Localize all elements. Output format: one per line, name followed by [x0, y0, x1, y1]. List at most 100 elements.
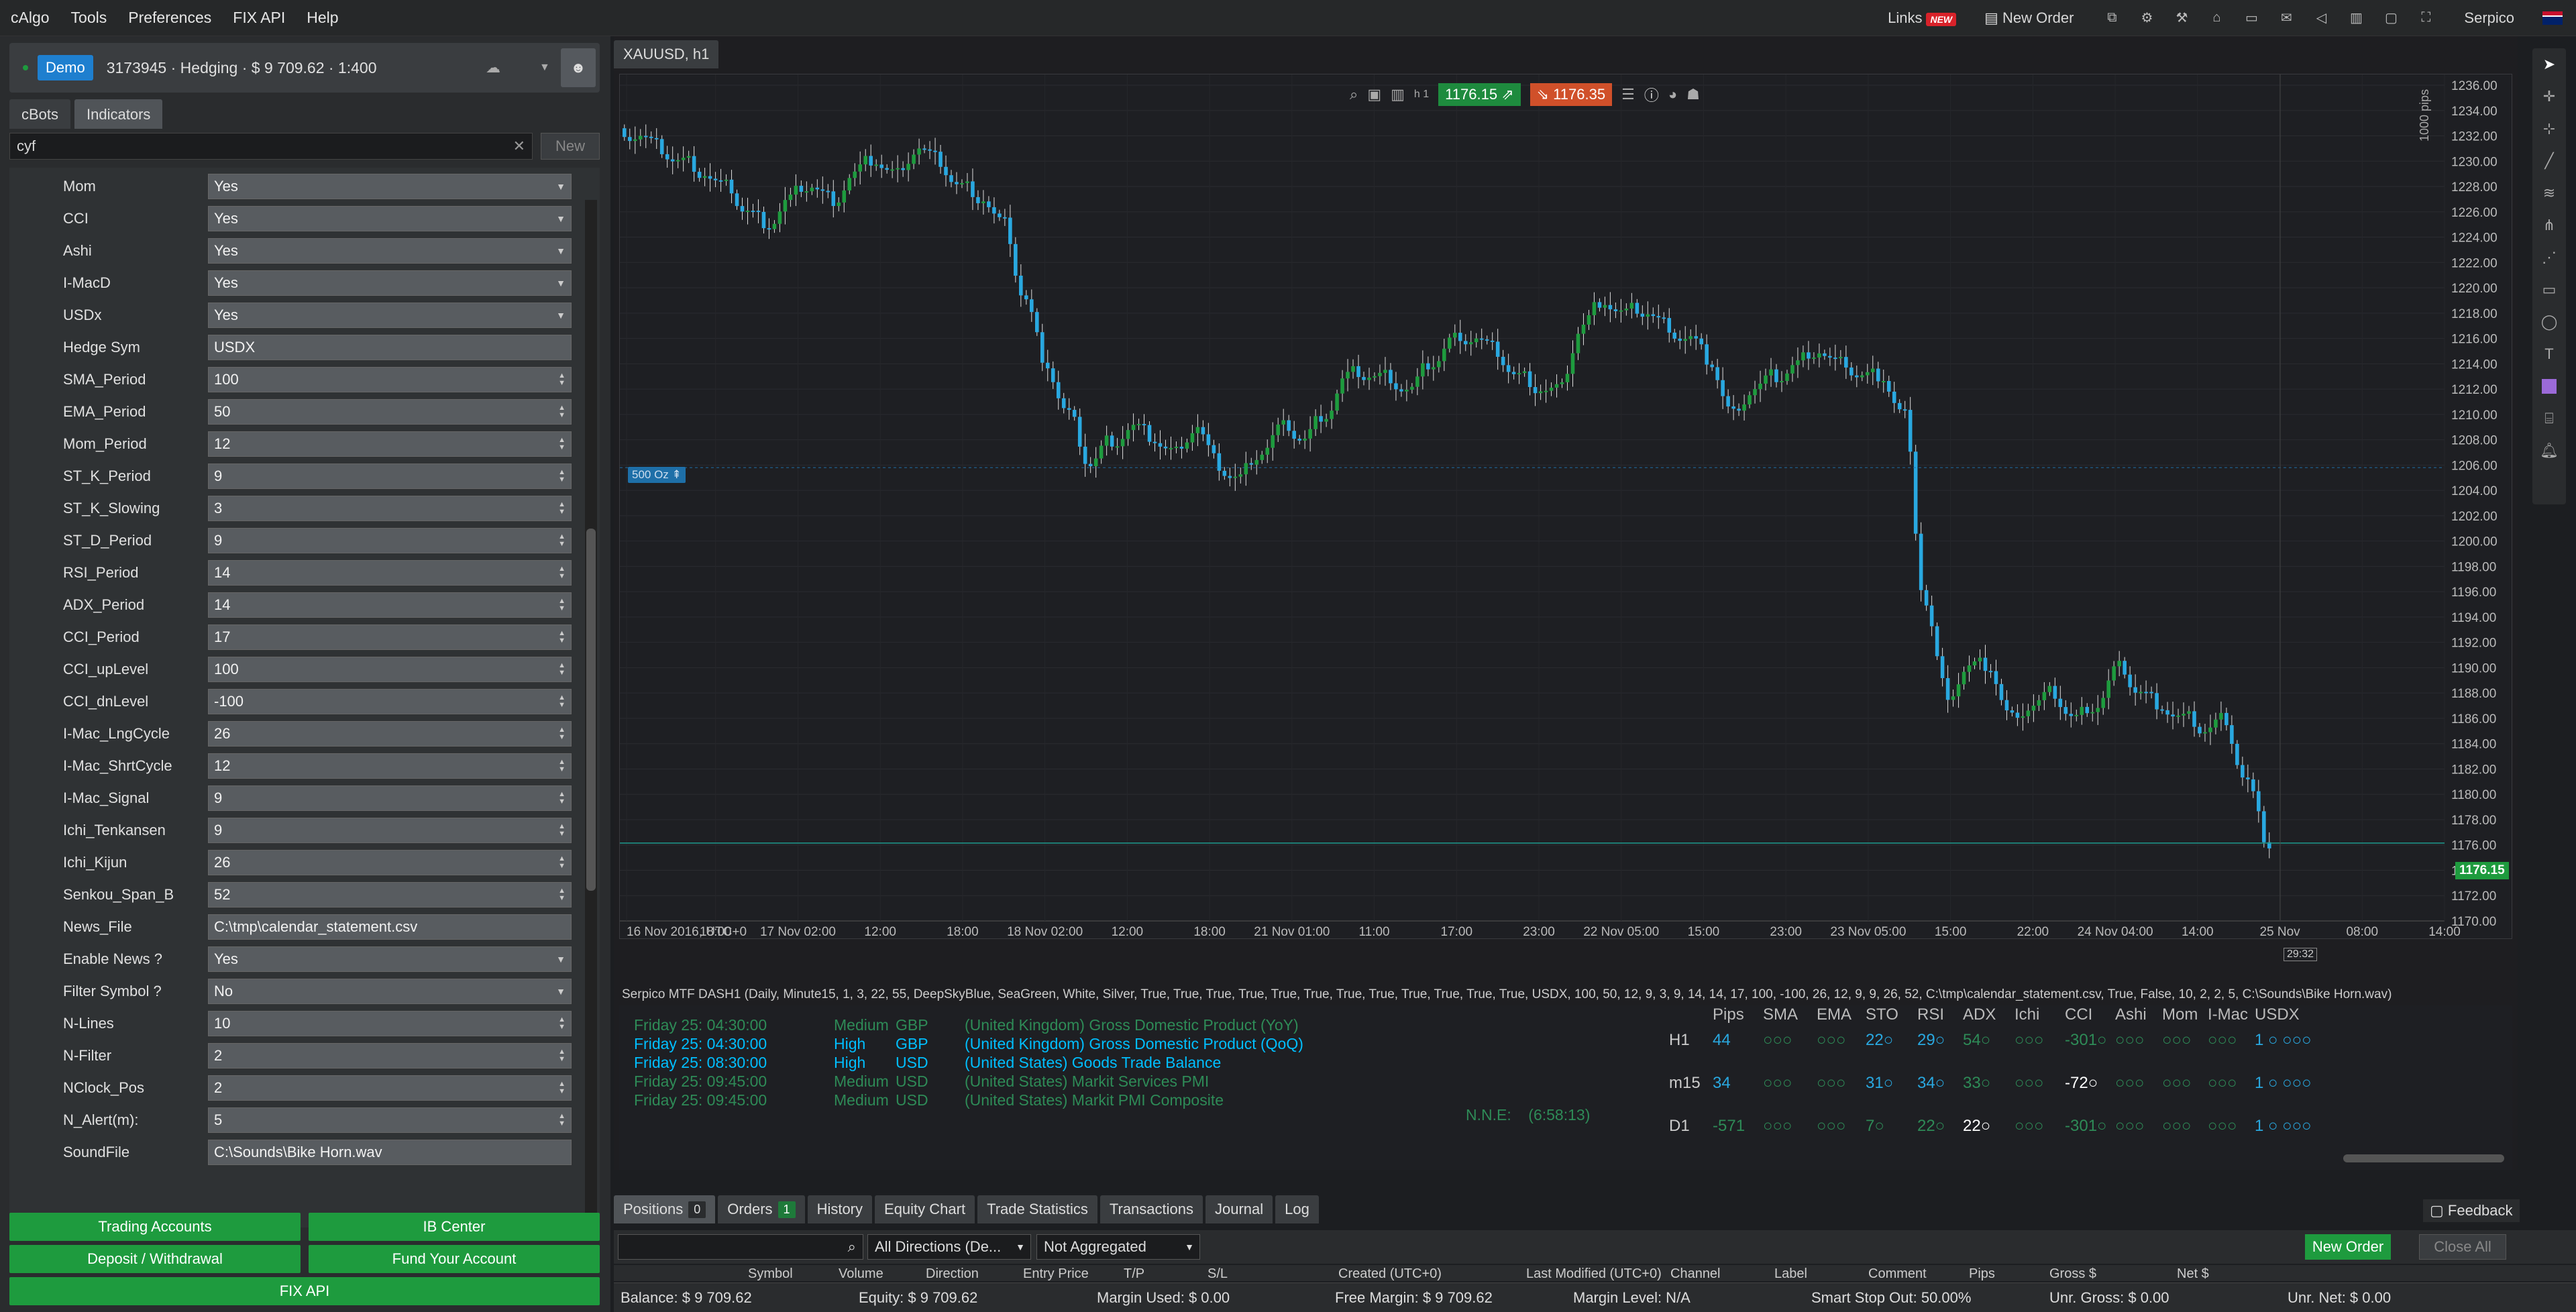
- param-value-input[interactable]: 9 ▲ ▼: [208, 818, 572, 843]
- zoom-icon[interactable]: ⌕: [1350, 86, 1358, 103]
- spinner-icon[interactable]: ▲ ▼: [558, 887, 566, 902]
- tab-journal[interactable]: Journal: [1205, 1195, 1273, 1223]
- spinner-icon[interactable]: ▲ ▼: [558, 404, 566, 419]
- param-value-input[interactable]: 14 ▲ ▼: [208, 592, 572, 618]
- column-header[interactable]: Entry Price: [1023, 1266, 1089, 1281]
- ib-center-button[interactable]: IB Center: [309, 1213, 600, 1241]
- param-value-input[interactable]: Yes ▼: [208, 946, 572, 972]
- fix-api-button[interactable]: FIX API: [9, 1277, 600, 1305]
- layout-icon[interactable]: ▥: [2346, 9, 2366, 27]
- new-order-green-button[interactable]: New Order: [2305, 1234, 2391, 1260]
- tab-trade-statistics[interactable]: Trade Statistics: [977, 1195, 1097, 1223]
- tab-cbots[interactable]: cBots: [9, 99, 71, 129]
- param-value-input[interactable]: Yes ▼: [208, 174, 572, 199]
- param-value-input[interactable]: No ▼: [208, 979, 572, 1004]
- spinner-icon[interactable]: ▲ ▼: [558, 855, 566, 870]
- price-chart[interactable]: 1236.00 1234.00 1232.00 1230.00 1228.00 1226.…: [620, 74, 2513, 940]
- menu-calgo[interactable]: cAlgo: [0, 9, 60, 27]
- crosshair-icon[interactable]: ✛: [2532, 80, 2566, 113]
- param-value-input[interactable]: 5 ▲ ▼: [208, 1107, 572, 1133]
- spinner-icon[interactable]: ▲ ▼: [558, 662, 566, 677]
- color-swatch-icon[interactable]: [2532, 370, 2566, 402]
- fund-account-button[interactable]: Fund Your Account: [309, 1245, 600, 1273]
- spinner-icon[interactable]: ▲ ▼: [558, 372, 566, 387]
- menu-preferences[interactable]: Preferences: [117, 9, 222, 27]
- param-value-input[interactable]: 2 ▲ ▼: [208, 1043, 572, 1069]
- template-icon[interactable]: ⌸: [2532, 402, 2566, 435]
- window-icon[interactable]: ▢: [2381, 9, 2401, 27]
- param-value-input[interactable]: Yes ▼: [208, 270, 572, 296]
- rectangle-icon[interactable]: ▭: [2532, 274, 2566, 306]
- menu-fix-api[interactable]: FIX API: [222, 9, 296, 27]
- param-value-input[interactable]: 100 ▲ ▼: [208, 657, 572, 682]
- avatar[interactable]: ☻: [561, 48, 596, 87]
- spinner-icon[interactable]: ▲ ▼: [558, 437, 566, 451]
- column-header[interactable]: Direction: [926, 1266, 979, 1281]
- column-header[interactable]: Created (UTC+0): [1338, 1266, 1442, 1281]
- param-value-input[interactable]: 100 ▲ ▼: [208, 367, 572, 392]
- pitchfork-icon[interactable]: ⋔: [2532, 209, 2566, 241]
- params-scrollbar[interactable]: [585, 200, 597, 1233]
- bank-icon[interactable]: ⌂: [2206, 9, 2226, 27]
- grid-icon[interactable]: ⋰: [2532, 241, 2566, 274]
- spinner-icon[interactable]: ▲ ▼: [558, 1113, 566, 1128]
- column-header[interactable]: Label: [1774, 1266, 1807, 1281]
- column-header[interactable]: Symbol: [748, 1266, 793, 1281]
- trading-accounts-button[interactable]: Trading Accounts: [9, 1213, 301, 1241]
- param-value-input[interactable]: Yes ▼: [208, 303, 572, 328]
- param-value-input[interactable]: 52 ▲ ▼: [208, 882, 572, 908]
- horizontal-scrollbar[interactable]: [2343, 1154, 2504, 1162]
- column-header[interactable]: S/L: [1208, 1266, 1228, 1281]
- spinner-icon[interactable]: ▲ ▼: [558, 533, 566, 548]
- param-value-input[interactable]: 26 ▲ ▼: [208, 721, 572, 747]
- menu-tools[interactable]: Tools: [60, 9, 118, 27]
- direction-select[interactable]: All Directions (De... ▼: [867, 1234, 1031, 1260]
- tab-positions[interactable]: Positions 0: [614, 1195, 716, 1223]
- param-value-input[interactable]: 3 ▲ ▼: [208, 496, 572, 521]
- screenshot-icon[interactable]: ▣: [1367, 86, 1381, 103]
- param-value-input[interactable]: 50 ▲ ▼: [208, 399, 572, 425]
- param-value-input[interactable]: 9 ▲ ▼: [208, 785, 572, 811]
- param-value-input[interactable]: 2 ▲ ▼: [208, 1075, 572, 1101]
- param-value-input[interactable]: Yes ▼: [208, 238, 572, 264]
- bid-button[interactable]: 1176.15 ⇗: [1438, 83, 1521, 106]
- aggregation-select[interactable]: Not Aggregated ▼: [1036, 1234, 1200, 1260]
- spinner-icon[interactable]: ▲ ▼: [558, 565, 566, 580]
- param-value-input[interactable]: 17 ▲ ▼: [208, 624, 572, 650]
- trendline-icon[interactable]: ╱: [2532, 145, 2566, 177]
- column-header[interactable]: Net $: [2177, 1266, 2209, 1281]
- new-order-button[interactable]: ▤ New Order: [1984, 9, 2074, 27]
- column-header[interactable]: Comment: [1868, 1266, 1927, 1281]
- search-input[interactable]: cyf ✕: [9, 133, 533, 160]
- text-icon[interactable]: T: [2532, 338, 2566, 370]
- param-value-input[interactable]: C:\tmp\calendar_statement.csv: [208, 914, 572, 940]
- param-value-input[interactable]: 10 ▲ ▼: [208, 1011, 572, 1036]
- info-icon[interactable]: ⓘ: [1644, 84, 1659, 105]
- robot-icon[interactable]: ☗: [1686, 86, 1700, 103]
- links-menu[interactable]: Links NEW: [1888, 9, 1957, 27]
- mail-icon[interactable]: ✉: [2276, 9, 2296, 27]
- column-header[interactable]: Volume: [839, 1266, 883, 1281]
- close-all-button[interactable]: Close All: [2419, 1234, 2506, 1260]
- chart-tab[interactable]: XAUUSD, h1: [614, 40, 719, 68]
- horizontal-line-icon[interactable]: ⊹: [2532, 113, 2566, 145]
- bot-icon[interactable]: ⚙: [2137, 9, 2157, 27]
- printer-icon[interactable]: ▭: [2241, 9, 2261, 27]
- timeframe-icon[interactable]: h 1: [1414, 89, 1429, 101]
- spinner-icon[interactable]: ▲ ▼: [558, 598, 566, 612]
- feedback-button[interactable]: ▢ Feedback: [2423, 1199, 2520, 1222]
- cursor-icon[interactable]: ➤: [2532, 48, 2566, 80]
- spinner-icon[interactable]: ▲ ▼: [558, 630, 566, 645]
- chevron-down-icon[interactable]: ▼: [539, 62, 550, 74]
- tab-history[interactable]: History: [807, 1195, 873, 1223]
- deposit-withdrawal-button[interactable]: Deposit / Withdrawal: [9, 1245, 301, 1273]
- param-value-input[interactable]: 12 ▲ ▼: [208, 431, 572, 457]
- param-value-input[interactable]: 9 ▲ ▼: [208, 528, 572, 553]
- account-selector[interactable]: Demo 3173945 · Hedging · $ 9 709.62 · 1:…: [9, 43, 600, 93]
- user-name[interactable]: Serpico: [2464, 9, 2514, 27]
- candle-type-icon[interactable]: ▥: [1391, 86, 1405, 103]
- symbol-search-input[interactable]: ⌕: [618, 1234, 863, 1260]
- spinner-icon[interactable]: ▲ ▼: [558, 469, 566, 484]
- param-value-input[interactable]: C:\Sounds\Bike Horn.wav: [208, 1140, 572, 1165]
- ellipse-icon[interactable]: ◯: [2532, 306, 2566, 338]
